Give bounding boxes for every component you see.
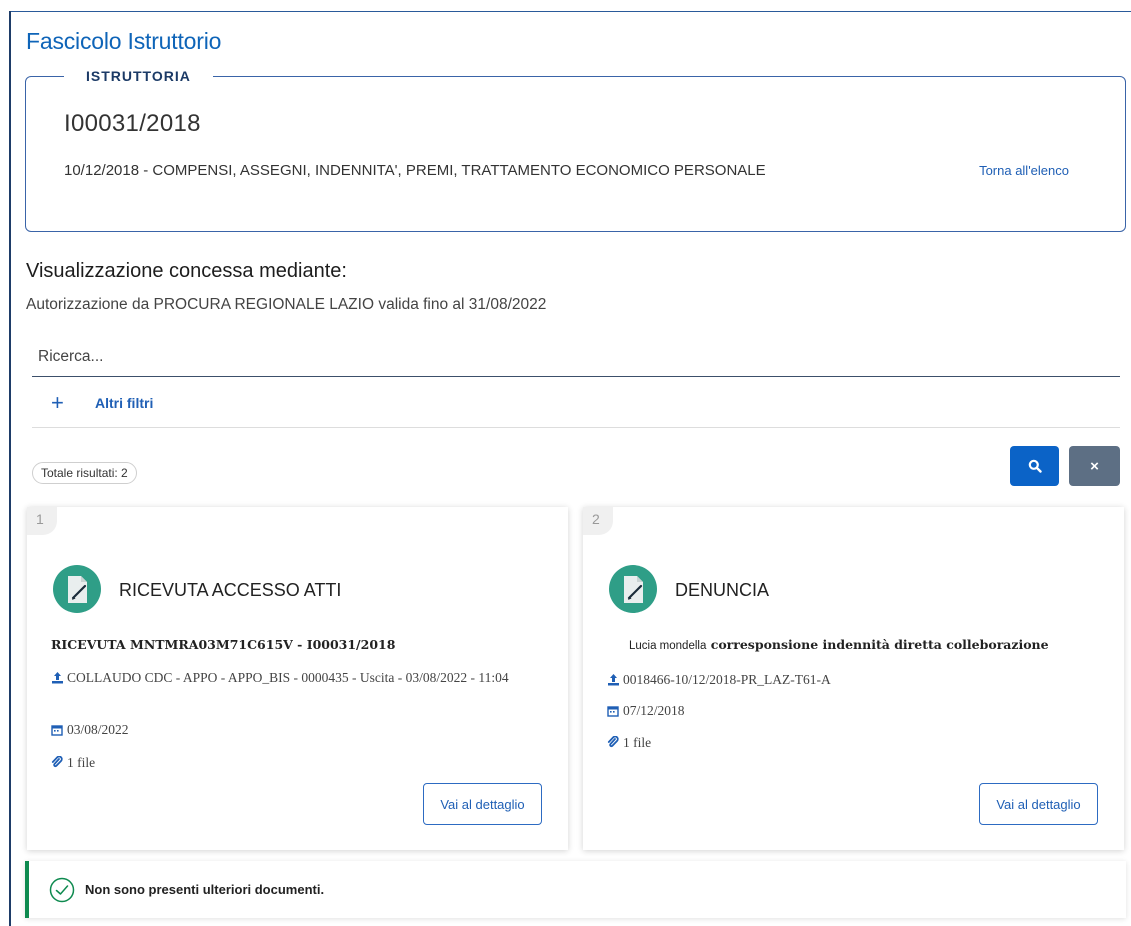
card-title: DENUNCIA [675, 580, 770, 600]
card-date: 03/08/2022 [67, 722, 129, 737]
page: Fascicolo Istruttorio ISTRUTTORIA I00031… [0, 0, 1131, 926]
upload-icon [607, 672, 623, 692]
card-date-row: 03/08/2022 [51, 720, 129, 742]
visibility-authorization: Autorizzazione da PROCURA REGIONALE LAZI… [26, 296, 547, 313]
detail-button[interactable]: Vai al dettaglio [423, 783, 542, 825]
card-files: 1 file [623, 735, 652, 750]
document-edit-icon [53, 565, 101, 613]
calendar-icon [607, 703, 623, 723]
back-to-list-link[interactable]: Torna all'elenco [979, 163, 1069, 178]
frame-left-border [9, 11, 11, 926]
more-filters-toggle[interactable]: Altri filtri [95, 395, 153, 411]
card-protocol-row: COLLAUDO CDC - APPO - APPO_BIS - 0000435… [51, 668, 531, 690]
clear-button[interactable]: × [1069, 446, 1120, 486]
notice-text: Non sono presenti ulteriori documenti. [85, 882, 325, 897]
calendar-icon [51, 722, 67, 742]
frame-top-border [9, 11, 1131, 12]
card-title: RICEVUTA ACCESSO ATTI [119, 580, 342, 600]
card-subtitle-text: RICEVUTA MNTMRA03M71C615V - I00031/2018 [51, 637, 396, 652]
paperclip-icon [607, 735, 623, 755]
card-protocol: 0018466-10/12/2018-PR_LAZ-T61-A [623, 672, 831, 687]
istruttoria-legend: ISTRUTTORIA [64, 67, 213, 85]
upload-icon [51, 670, 67, 690]
total-results-badge: Totale risultati: 2 [32, 462, 137, 484]
card-files-row: 1 file [51, 753, 95, 775]
plus-icon[interactable]: + [51, 392, 64, 414]
paperclip-icon [51, 755, 67, 775]
card-date: 07/12/2018 [623, 703, 685, 718]
card-index: 2 [583, 507, 613, 535]
close-icon: × [1090, 457, 1099, 475]
card-date-row: 07/12/2018 [607, 701, 685, 723]
istruttoria-panel: ISTRUTTORIA I00031/2018 10/12/2018 - COM… [25, 67, 1126, 232]
page-title: Fascicolo Istruttorio [26, 28, 222, 54]
card-files-row: 1 file [607, 733, 651, 755]
search-field [32, 339, 1120, 377]
no-more-documents-alert: Non sono presenti ulteriori documenti. [25, 861, 1126, 918]
document-card: 1 RICEVUTA ACCESSO ATTI RICEVUTA MNTMRA0… [27, 507, 568, 850]
filters-bar: + Altri filtri [32, 388, 1120, 428]
card-protocol-row: 0018466-10/12/2018-PR_LAZ-T61-A [607, 670, 831, 692]
visibility-heading: Visualizzazione concessa mediante: [26, 260, 347, 282]
check-circle-icon [49, 877, 75, 903]
case-description: 10/12/2018 - COMPENSI, ASSEGNI, INDENNIT… [64, 162, 766, 179]
card-subtitle-author: Lucia mondella [629, 640, 707, 652]
search-input[interactable] [38, 343, 1108, 371]
card-subtitle-text: corresponsione indennità diretta collebo… [710, 637, 1049, 652]
detail-button[interactable]: Vai al dettaglio [979, 783, 1098, 825]
case-code: I00031/2018 [64, 110, 201, 137]
card-subtitle: Lucia mondella corresponsione indennità … [629, 637, 1049, 652]
document-edit-icon [609, 565, 657, 613]
card-subtitle: RICEVUTA MNTMRA03M71C615V - I00031/2018 [51, 637, 395, 652]
search-icon [1028, 459, 1042, 473]
search-button[interactable] [1010, 446, 1059, 486]
card-files: 1 file [67, 755, 96, 770]
card-index: 1 [27, 507, 57, 535]
document-card: 2 DENUNCIA Lucia mondella corresponsione… [583, 507, 1124, 850]
card-protocol: COLLAUDO CDC - APPO - APPO_BIS - 0000435… [67, 670, 509, 685]
